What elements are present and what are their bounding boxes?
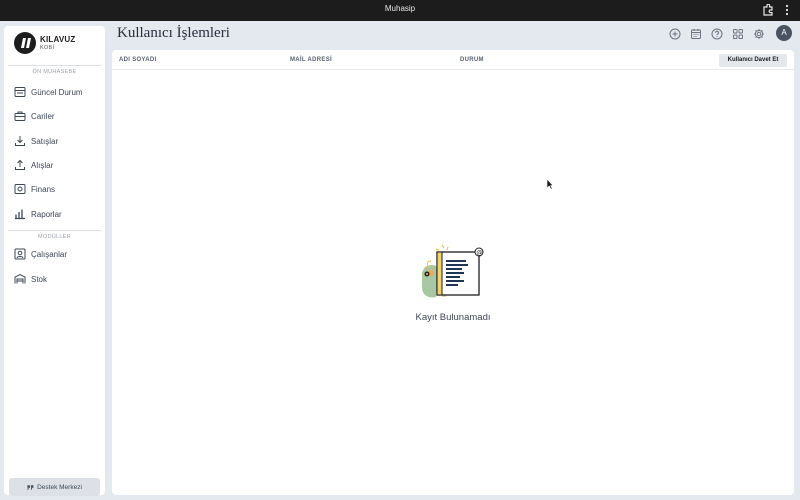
sidebar-item-alislar[interactable]: Alışlar	[14, 157, 53, 173]
app-frame: KILAVUZ KOBİ ÖN MUHASEBE Güncel Durum Ca…	[0, 21, 800, 500]
section-label-moduller: MODÜLLER	[38, 234, 71, 240]
more-vertical-icon[interactable]	[783, 3, 791, 17]
user-avatar[interactable]: A	[776, 25, 792, 41]
section-divider	[8, 230, 101, 231]
window-title: Muhasip	[384, 4, 416, 13]
window-titlebar: Muhasip	[0, 0, 800, 21]
calendar-icon[interactable]	[690, 28, 702, 40]
svg-text:@: @	[477, 250, 483, 257]
column-header-email[interactable]: MAİL ADRESİ	[290, 57, 332, 63]
column-header-status[interactable]: DURUM	[460, 57, 484, 63]
sidebar-item-label: Stok	[31, 274, 48, 284]
warehouse-icon	[14, 273, 26, 284]
sidebar-item-label: Güncel Durum	[31, 87, 83, 97]
briefcase-icon	[14, 111, 26, 121]
brand-name: KILAVUZ	[40, 35, 76, 44]
bar-chart-icon	[15, 209, 25, 220]
invite-user-button[interactable]: Kullanıcı Davet Et	[719, 54, 787, 67]
logo-mark-icon	[21, 38, 31, 48]
person-icon	[14, 248, 26, 260]
help-icon[interactable]	[711, 28, 723, 40]
header-toolbar	[669, 27, 774, 41]
sidebar-item-label: Çalışanlar	[31, 249, 68, 259]
extension-icon[interactable]	[762, 4, 774, 16]
section-label-on-muhasebe: ÖN MUHASEBE	[32, 69, 77, 75]
upload-icon	[15, 159, 25, 170]
quote-icon	[27, 484, 34, 490]
section-divider	[8, 65, 101, 66]
sidebar-item-label: Alışlar	[31, 160, 54, 170]
safe-icon	[14, 184, 26, 194]
store-icon	[14, 87, 26, 97]
sidebar-item-satislar[interactable]: Satışlar	[14, 133, 58, 149]
apps-icon[interactable]	[732, 28, 744, 40]
table-header: ADI SOYADI MAİL ADRESİ DURUM Kullanıcı D…	[112, 50, 794, 70]
support-center-label: Destek Merkezi	[37, 483, 82, 491]
brand-logo[interactable]	[14, 32, 36, 54]
mouse-cursor-icon	[546, 178, 554, 190]
sidebar-item-label: Cariler	[31, 111, 55, 121]
sidebar: KILAVUZ KOBİ ÖN MUHASEBE Güncel Durum Ca…	[4, 26, 105, 496]
page-title: Kullanıcı İşlemleri	[117, 25, 230, 41]
sidebar-item-cariler[interactable]: Cariler	[14, 108, 55, 124]
brand-sub: KOBİ	[40, 45, 55, 51]
sidebar-item-label: Raporlar	[31, 209, 62, 219]
sidebar-item-stok[interactable]: Stok	[14, 271, 47, 287]
empty-state-illustration-icon: @	[422, 244, 484, 298]
sidebar-item-raporlar[interactable]: Raporlar	[14, 206, 62, 222]
sidebar-item-label: Finans	[31, 184, 56, 194]
empty-state-text: Kayıt Bulunamadı	[415, 312, 491, 323]
add-circle-icon[interactable]	[669, 28, 681, 40]
sidebar-item-finans[interactable]: Finans	[14, 181, 55, 197]
download-icon	[15, 136, 25, 146]
sidebar-item-calisanlar[interactable]: Çalışanlar	[14, 246, 67, 262]
column-header-name[interactable]: ADI SOYADI	[119, 57, 156, 63]
settings-icon[interactable]	[753, 28, 765, 40]
sidebar-item-guncel-durum[interactable]: Güncel Durum	[14, 84, 83, 100]
sidebar-item-label: Satışlar	[31, 136, 59, 146]
support-center-button[interactable]: Destek Merkezi	[9, 478, 100, 496]
users-panel: ADI SOYADI MAİL ADRESİ DURUM Kullanıcı D…	[112, 50, 794, 495]
